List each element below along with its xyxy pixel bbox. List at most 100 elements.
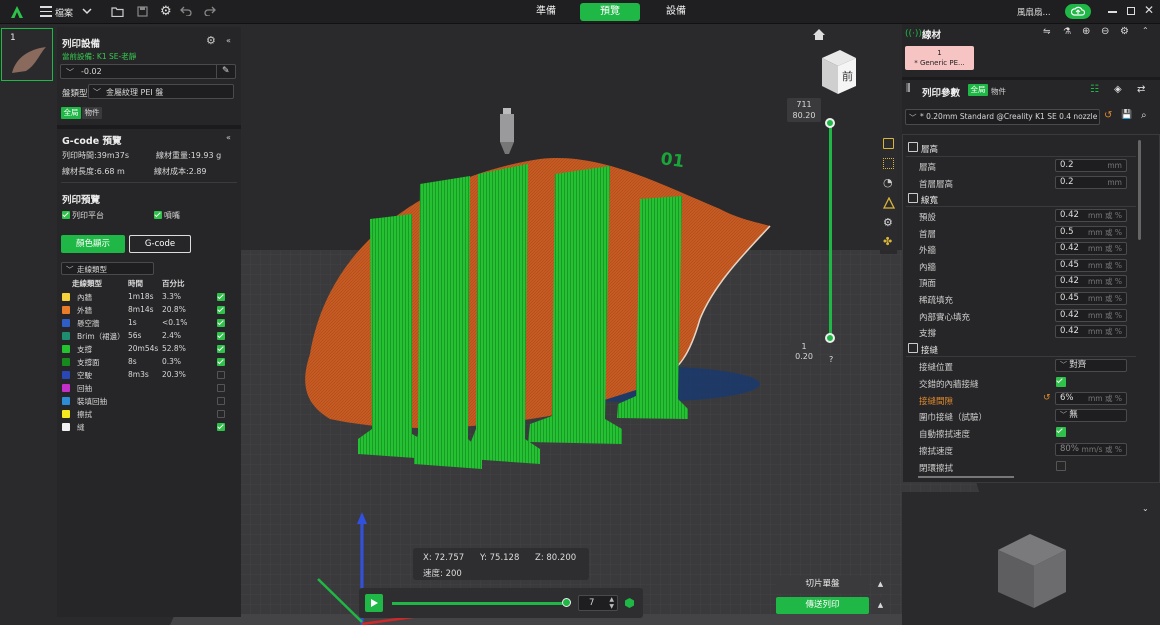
scarf-seam-select[interactable]: ﹀ 無 <box>1055 409 1127 422</box>
toggle-global[interactable]: 全局 <box>61 107 81 119</box>
params-toggle-global[interactable]: 全局 <box>968 84 988 96</box>
setting-input[interactable]: 0.2 mm <box>1055 159 1127 172</box>
sync-filament-icon[interactable]: ⇋ <box>1043 27 1051 37</box>
arrange-settings-icon[interactable]: ⚙ <box>883 216 893 229</box>
cube-view-icon[interactable] <box>624 597 635 609</box>
toggle-object[interactable]: 物件 <box>82 107 102 119</box>
slice-options-chevron-up-icon[interactable]: ▲ <box>873 576 888 593</box>
line-type-visibility-checkbox[interactable] <box>217 371 225 379</box>
line-type-visibility-checkbox[interactable] <box>217 423 225 431</box>
home-view-icon[interactable] <box>812 28 826 41</box>
gcode-view-button[interactable]: G-code <box>129 235 191 253</box>
line-type-visibility-checkbox[interactable] <box>217 332 225 340</box>
move-slider-track[interactable] <box>392 602 568 605</box>
print-plate-checkbox[interactable] <box>62 211 70 219</box>
redo-icon[interactable] <box>204 6 216 16</box>
layer-slider-bottom-handle[interactable] <box>825 333 835 343</box>
view-cube[interactable]: 前 <box>820 48 858 96</box>
maximize-icon[interactable] <box>1127 7 1135 15</box>
setting-input[interactable]: 0.42 mm 或 % <box>1055 209 1127 222</box>
chevron-down-icon[interactable] <box>82 8 92 15</box>
add-filament-icon[interactable]: ⊕ <box>1082 26 1090 37</box>
setting-input[interactable]: 0.45 mm 或 % <box>1055 292 1127 305</box>
plate-thumbnail[interactable]: 1 <box>1 28 53 81</box>
edit-printer-icon[interactable]: ✎ <box>222 66 230 76</box>
auto-wipe-checkbox[interactable] <box>1056 427 1066 437</box>
line-type-visibility-checkbox[interactable] <box>217 293 225 301</box>
line-type-visibility-checkbox[interactable] <box>217 410 225 418</box>
save-icon[interactable] <box>137 6 148 17</box>
layers-icon[interactable] <box>883 138 894 149</box>
expand-preview-icon[interactable]: ⌄ <box>1142 504 1149 513</box>
printer-settings-icon[interactable]: ⚙ <box>206 34 216 47</box>
tab-prepare[interactable]: 準備 <box>520 3 572 21</box>
multi-color-icon[interactable]: ✤ <box>883 235 892 248</box>
collapse-gcode-icon[interactable]: « <box>226 133 231 142</box>
nozzle-checkbox[interactable] <box>154 211 162 219</box>
play-button[interactable] <box>365 594 383 612</box>
collapse-left-icon[interactable]: « <box>226 36 231 45</box>
line-type-visibility-checkbox[interactable] <box>217 319 225 327</box>
send-print-button[interactable]: 傳送列印 <box>776 597 869 614</box>
section-view-icon[interactable] <box>883 158 894 169</box>
compare-icon[interactable]: ◈ <box>1114 84 1122 95</box>
help-icon[interactable]: ? <box>829 355 833 364</box>
reset-preset-icon[interactable]: ↺ <box>1104 110 1112 121</box>
close-icon[interactable]: ✕ <box>1144 3 1154 17</box>
seam-gap-input[interactable]: 6% mm 或 % <box>1055 392 1127 405</box>
line-type-select[interactable]: ﹀ 走線類型 <box>61 262 154 275</box>
settings-gear-icon[interactable]: ⚙ <box>160 4 172 19</box>
wipe-speed-input[interactable]: 80% mm/s 或 % <box>1055 443 1127 456</box>
file-menu[interactable]: 檔案 <box>55 6 73 19</box>
search-icon[interactable]: ⌕ <box>1141 110 1147 121</box>
slice-plate-button[interactable]: 切片單盤 <box>776 576 869 593</box>
move-value-spinbox[interactable]: 7 ▲ ▼ <box>578 595 618 611</box>
undo-icon[interactable] <box>180 6 192 16</box>
wipe-on-loop-checkbox[interactable] <box>1056 461 1066 471</box>
layer-slider-track[interactable] <box>829 124 832 338</box>
settings-h-scrollbar[interactable] <box>918 476 1014 478</box>
filament-slot[interactable]: 1 * Generic PE... <box>905 46 974 70</box>
line-type-visibility-checkbox[interactable] <box>217 306 225 314</box>
setting-input[interactable]: 0.42 mm 或 % <box>1055 308 1127 322</box>
line-type-visibility-checkbox[interactable] <box>217 358 225 366</box>
tab-preview[interactable]: 預覽 <box>580 3 640 21</box>
tab-device[interactable]: 設備 <box>650 3 702 21</box>
user-name[interactable]: 風扇扇... <box>1017 6 1051 18</box>
send-options-chevron-up-icon[interactable]: ▲ <box>873 597 888 614</box>
list-view-icon[interactable]: ☷ <box>1090 84 1099 95</box>
speed-gauge-icon[interactable]: ◔ <box>883 176 893 189</box>
setting-input[interactable]: 0.42 mm 或 % <box>1055 325 1127 339</box>
line-type-visibility-checkbox[interactable] <box>217 345 225 353</box>
line-type-visibility-checkbox[interactable] <box>217 397 225 405</box>
preset-select[interactable]: ﹀ * 0.20mm Standard @Creality K1 SE 0.4 … <box>905 109 1100 125</box>
params-toggle-object[interactable]: 物件 <box>991 86 1006 97</box>
spin-arrows-icon[interactable]: ▲ ▼ <box>609 596 614 610</box>
save-preset-icon[interactable]: 💾 <box>1121 110 1132 120</box>
filament-map-icon[interactable]: ⚗ <box>1063 27 1071 37</box>
layer-slider-top-handle[interactable] <box>825 118 835 128</box>
measure-icon[interactable] <box>883 197 895 209</box>
staggered-seam-checkbox[interactable] <box>1056 377 1066 387</box>
plate-type-select[interactable]: ﹀ 金屬紋理 PEI 盤 <box>88 84 234 99</box>
setting-input[interactable]: 0.42 mm 或 % <box>1055 275 1127 289</box>
transfer-icon[interactable]: ⇄ <box>1137 84 1145 95</box>
move-slider-handle[interactable] <box>562 598 571 607</box>
hamburger-menu-icon[interactable] <box>40 6 52 17</box>
setting-input[interactable]: 0.2 mm <box>1055 175 1127 189</box>
collapse-filament-icon[interactable]: ⌃ <box>1142 26 1149 35</box>
setting-input[interactable]: 0.42 mm 或 % <box>1055 242 1127 256</box>
setting-input[interactable]: 0.45 mm 或 % <box>1055 258 1127 272</box>
open-folder-icon[interactable] <box>111 6 124 17</box>
printer-select[interactable]: ﹀ -0.02 ✎ <box>60 64 236 79</box>
seam-position-select[interactable]: ﹀ 對齊 <box>1055 359 1127 372</box>
settings-scrollbar[interactable] <box>1138 140 1141 240</box>
line-type-visibility-checkbox[interactable] <box>217 384 225 392</box>
remove-filament-icon[interactable]: ⊖ <box>1101 26 1109 37</box>
filament-settings-icon[interactable]: ⚙ <box>1120 26 1129 37</box>
cloud-sync-button[interactable] <box>1065 4 1091 19</box>
setting-input[interactable]: 0.5 mm 或 % <box>1055 225 1127 239</box>
reset-seam-gap-icon[interactable]: ↺ <box>1043 393 1051 403</box>
color-display-button[interactable]: 顏色顯示 <box>61 235 125 253</box>
minimize-icon[interactable] <box>1108 11 1117 13</box>
